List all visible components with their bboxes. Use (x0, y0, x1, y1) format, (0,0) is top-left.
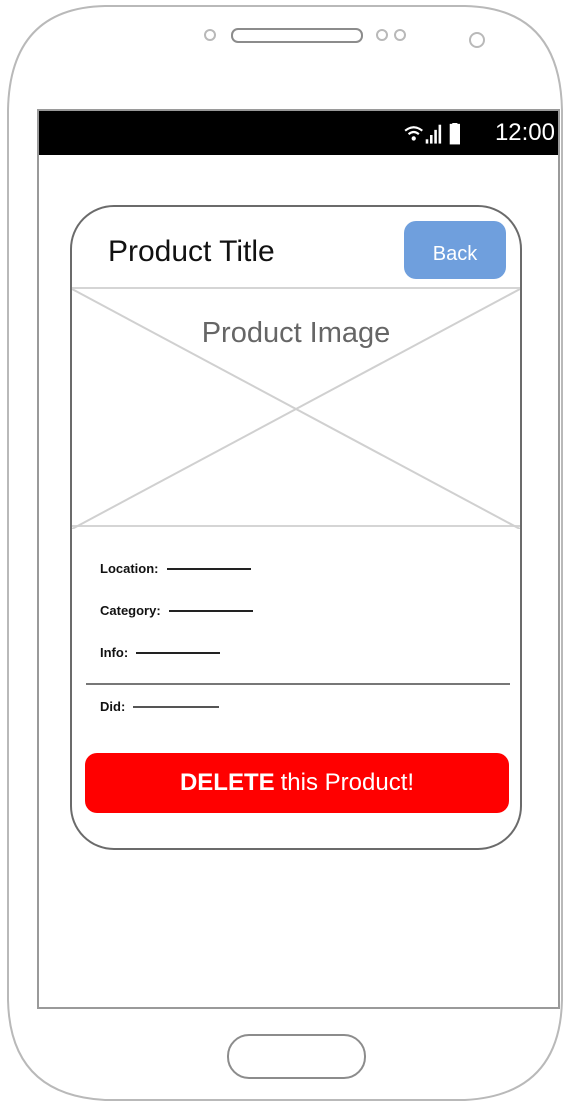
category-label: Category: (100, 603, 161, 618)
category-value-line (168, 609, 253, 612)
info-value-line (136, 651, 221, 654)
info-label: Info: (100, 645, 129, 660)
info-field: Info: (100, 645, 221, 660)
battery-icon (449, 123, 460, 145)
home-button[interactable] (227, 1034, 366, 1079)
signal-icon (425, 124, 442, 144)
product-image-label: Product Image (201, 317, 391, 349)
did-label: Did: (100, 699, 126, 714)
product-card: Product Title Back Product Image Locatio… (70, 205, 522, 850)
product-title: Product Title (108, 235, 275, 268)
did-field: Did: (100, 699, 220, 714)
status-bar: 12:00 (39, 111, 558, 155)
wifi-icon (404, 126, 423, 141)
delete-button-strong: DELETE (179, 769, 275, 796)
location-label: Location: (100, 561, 159, 576)
delete-button-rest: this Product! (280, 769, 415, 796)
back-button[interactable]: Back (404, 221, 506, 279)
location-field: Location: (100, 561, 251, 576)
status-icons (404, 123, 460, 145)
section-divider (86, 683, 510, 685)
location-value-line (166, 567, 251, 570)
category-field: Category: (100, 603, 253, 618)
product-image-placeholder: Product Image (72, 287, 520, 529)
status-time: 12:00 (494, 119, 555, 146)
did-value-line (133, 705, 220, 708)
delete-product-button[interactable]: DELETE this Product! (85, 753, 509, 813)
